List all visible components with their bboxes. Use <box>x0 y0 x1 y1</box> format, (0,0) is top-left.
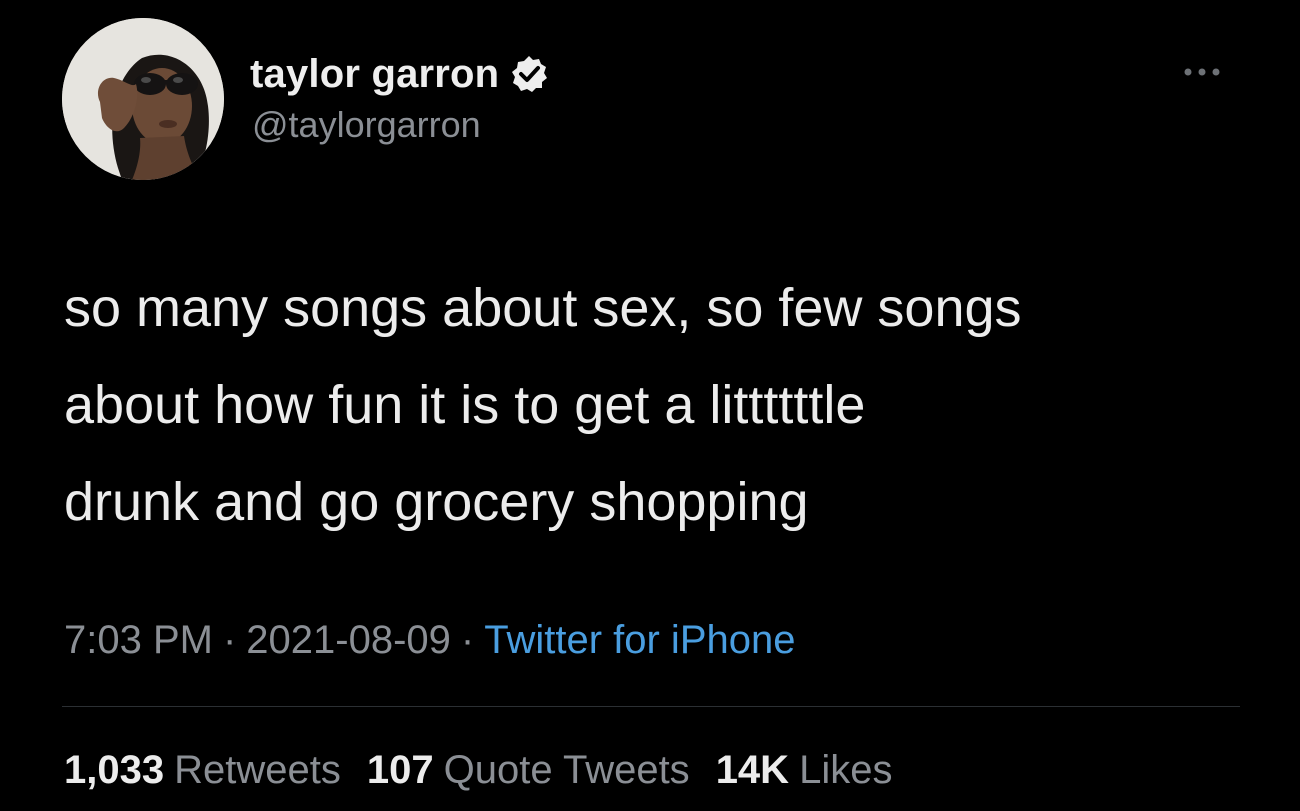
tweet-date[interactable]: 2021-08-09 <box>246 618 451 663</box>
meta-separator: · <box>460 617 475 662</box>
display-name[interactable]: taylor garron <box>250 52 499 97</box>
avatar[interactable] <box>62 18 224 180</box>
retweets-label: Retweets <box>174 747 341 792</box>
quote-tweets-label: Quote Tweets <box>443 747 690 792</box>
author-header: taylor garron <box>250 44 549 104</box>
tweet-stats: 1,033 Retweets 107 Quote Tweets 14K Likes <box>64 742 918 798</box>
quote-tweets-count: 107 <box>366 747 434 792</box>
tweet-card: taylor garron @taylorgarron so many song… <box>0 0 1300 811</box>
retweets-count: 1,033 <box>64 747 165 792</box>
verified-badge-icon <box>509 54 549 94</box>
tweet-source-link[interactable]: Twitter for iPhone <box>484 618 795 663</box>
likes-label: Likes <box>799 747 893 792</box>
handle[interactable]: @taylorgarron <box>252 104 481 146</box>
quote-tweets-stat[interactable]: 107 Quote Tweets <box>367 748 690 793</box>
more-dots-icon[interactable] <box>1180 62 1230 82</box>
tweet-text: so many songs about sex, so few songs ab… <box>64 278 1022 532</box>
tweet-meta: 7:03 PM · 2021-08-09 · Twitter for iPhon… <box>64 614 795 666</box>
profile-photo-icon <box>62 18 224 180</box>
likes-stat[interactable]: 14K Likes <box>716 748 893 793</box>
tweet-time[interactable]: 7:03 PM <box>64 618 213 663</box>
meta-separator: · <box>222 617 237 662</box>
likes-count: 14K <box>715 747 790 792</box>
retweets-stat[interactable]: 1,033 Retweets <box>64 748 341 793</box>
divider <box>62 706 1240 707</box>
